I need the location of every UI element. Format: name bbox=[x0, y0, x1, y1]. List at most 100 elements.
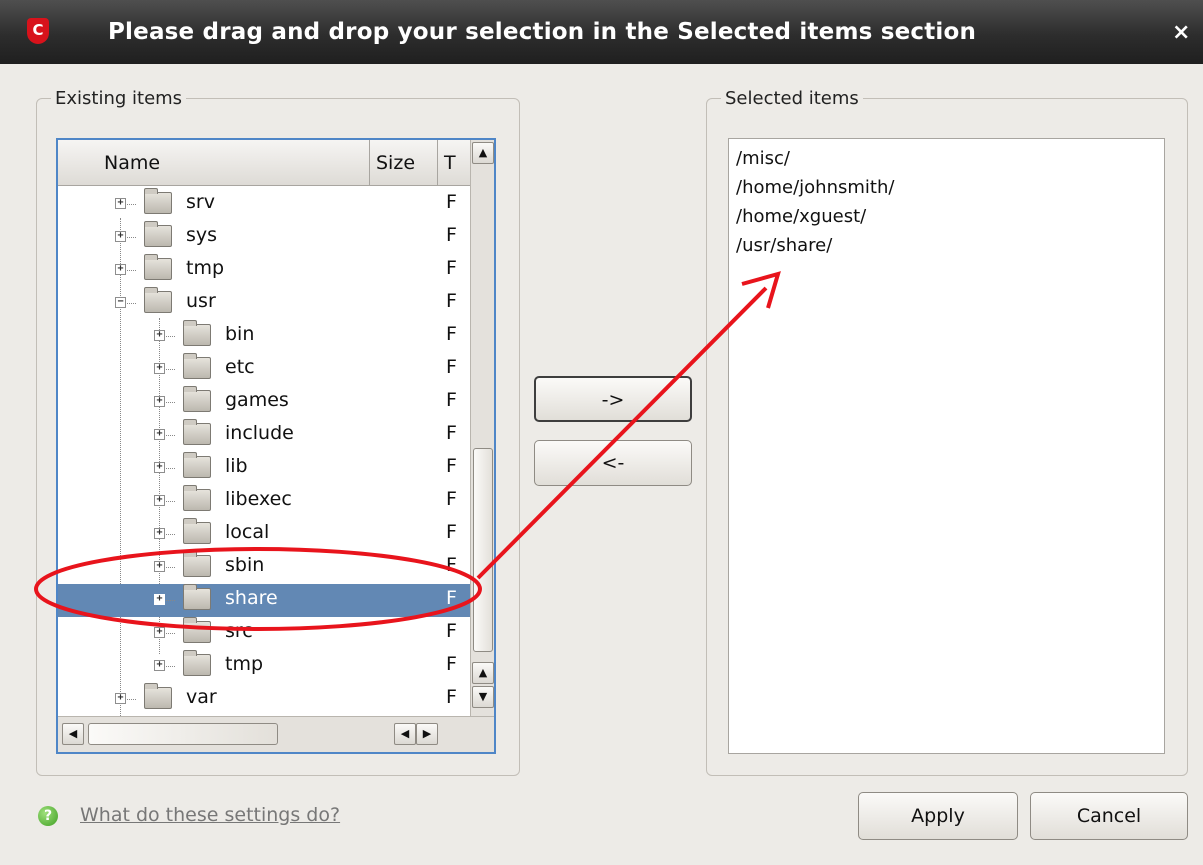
table-row[interactable]: + share F bbox=[58, 584, 470, 617]
tree-item-label: usr bbox=[186, 290, 216, 312]
type-cell: F bbox=[446, 653, 457, 675]
folder-icon bbox=[183, 518, 211, 544]
folder-icon bbox=[183, 353, 211, 379]
scroll-down-icon[interactable]: ▼ bbox=[472, 686, 494, 708]
expand-icon[interactable]: + bbox=[154, 429, 165, 440]
table-row[interactable]: + tmp F bbox=[58, 254, 470, 287]
tree-connector bbox=[166, 402, 175, 403]
list-item[interactable]: /home/xguest/ bbox=[736, 202, 1157, 231]
expand-icon[interactable]: + bbox=[115, 231, 126, 242]
expand-icon[interactable]: + bbox=[154, 561, 165, 572]
list-item[interactable]: /home/johnsmith/ bbox=[736, 173, 1157, 202]
question-icon: ? bbox=[38, 806, 58, 826]
tree-item-label: local bbox=[225, 521, 270, 543]
table-row[interactable]: + tmp F bbox=[58, 650, 470, 683]
scroll-up-icon[interactable]: ▲ bbox=[472, 142, 494, 164]
selected-items-list[interactable]: /misc/ /home/johnsmith/ /home/xguest/ /u… bbox=[728, 138, 1165, 754]
table-row[interactable]: + var F bbox=[58, 683, 470, 716]
tree-item-label: sys bbox=[186, 224, 218, 246]
tree-item-label: libexec bbox=[225, 488, 292, 510]
table-row[interactable]: + local F bbox=[58, 518, 470, 551]
expand-icon[interactable]: + bbox=[154, 495, 165, 506]
type-cell: F bbox=[446, 224, 457, 246]
existing-items-tree[interactable]: Name Size T + srv F + sys F + tmp F − usr F + bin F + et… bbox=[56, 138, 496, 754]
tree-item-label: include bbox=[225, 422, 294, 444]
scroll-right-icon[interactable]: ▶ bbox=[416, 723, 438, 745]
tree-connector bbox=[166, 666, 175, 667]
table-row[interactable]: + srv F bbox=[58, 188, 470, 221]
help-link[interactable]: What do these settings do? bbox=[80, 804, 340, 826]
type-cell: F bbox=[446, 521, 457, 543]
remove-from-selection-button[interactable]: <- bbox=[534, 440, 692, 486]
expand-icon[interactable]: + bbox=[115, 693, 126, 704]
folder-icon bbox=[183, 320, 211, 346]
table-row[interactable]: + etc F bbox=[58, 353, 470, 386]
table-row[interactable]: + src F bbox=[58, 617, 470, 650]
tree-item-label: games bbox=[225, 389, 289, 411]
column-header-size[interactable]: Size bbox=[370, 140, 438, 186]
table-row[interactable]: + sbin F bbox=[58, 551, 470, 584]
expand-icon[interactable]: + bbox=[154, 330, 165, 341]
table-row[interactable]: + libexec F bbox=[58, 485, 470, 518]
table-row[interactable]: + include F bbox=[58, 419, 470, 452]
column-header-name[interactable]: Name bbox=[58, 140, 370, 186]
type-cell: F bbox=[446, 686, 457, 708]
tree-connector bbox=[166, 369, 175, 370]
scroll-up-icon[interactable]: ▲ bbox=[472, 662, 494, 684]
expand-icon[interactable]: + bbox=[154, 462, 165, 473]
table-row[interactable]: + sys F bbox=[58, 221, 470, 254]
window-title: Please drag and drop your selection in t… bbox=[108, 19, 977, 45]
type-cell: F bbox=[446, 389, 457, 411]
close-icon[interactable]: × bbox=[1172, 20, 1190, 45]
tree-item-label: bin bbox=[225, 323, 255, 345]
table-row[interactable]: + games F bbox=[58, 386, 470, 419]
folder-icon bbox=[144, 188, 172, 214]
folder-icon bbox=[144, 287, 172, 313]
scroll-left-icon[interactable]: ◀ bbox=[62, 723, 84, 745]
add-to-selection-button[interactable]: -> bbox=[534, 376, 692, 422]
folder-icon bbox=[183, 617, 211, 643]
vertical-scroll-thumb[interactable] bbox=[473, 448, 493, 652]
folder-icon bbox=[183, 452, 211, 478]
tree-connector bbox=[166, 534, 175, 535]
scroll-left-icon[interactable]: ◀ bbox=[394, 723, 416, 745]
tree-item-label: var bbox=[186, 686, 217, 708]
list-item[interactable]: /misc/ bbox=[736, 144, 1157, 173]
table-row[interactable]: + bin F bbox=[58, 320, 470, 353]
expand-icon[interactable]: + bbox=[154, 396, 165, 407]
folder-icon bbox=[183, 419, 211, 445]
expand-icon[interactable]: + bbox=[154, 528, 165, 539]
expand-icon[interactable]: + bbox=[154, 660, 165, 671]
expand-icon[interactable]: + bbox=[154, 627, 165, 638]
tree-connector bbox=[166, 468, 175, 469]
type-cell: F bbox=[446, 257, 457, 279]
tree-horizontal-scrollbar[interactable]: ◀ ◀ ▶ bbox=[58, 716, 494, 752]
tree-connector bbox=[166, 501, 175, 502]
expand-icon[interactable]: + bbox=[154, 363, 165, 374]
cancel-button[interactable]: Cancel bbox=[1030, 792, 1188, 840]
expand-icon[interactable]: + bbox=[154, 594, 165, 605]
tree-connector bbox=[166, 336, 175, 337]
horizontal-scroll-thumb[interactable] bbox=[88, 723, 278, 745]
folder-icon bbox=[183, 551, 211, 577]
tree-connector bbox=[127, 303, 136, 304]
type-cell: F bbox=[446, 191, 457, 213]
tree-connector bbox=[127, 204, 136, 205]
tree-connector bbox=[166, 567, 175, 568]
collapse-icon[interactable]: − bbox=[115, 297, 126, 308]
column-header-type[interactable]: T bbox=[438, 140, 470, 186]
apply-button[interactable]: Apply bbox=[858, 792, 1018, 840]
tree-item-label: share bbox=[225, 587, 278, 609]
type-cell: F bbox=[446, 587, 457, 609]
folder-icon bbox=[183, 485, 211, 511]
selected-items-legend: Selected items bbox=[725, 88, 859, 109]
expand-icon[interactable]: + bbox=[115, 198, 126, 209]
table-row[interactable]: − usr F bbox=[58, 287, 470, 320]
folder-icon bbox=[183, 584, 211, 610]
expand-icon[interactable]: + bbox=[115, 264, 126, 275]
folder-icon bbox=[144, 254, 172, 280]
table-row[interactable]: + lib F bbox=[58, 452, 470, 485]
type-cell: F bbox=[446, 620, 457, 642]
tree-vertical-scrollbar[interactable]: ▲ ▲ ▼ bbox=[470, 140, 494, 716]
list-item[interactable]: /usr/share/ bbox=[736, 231, 1157, 260]
